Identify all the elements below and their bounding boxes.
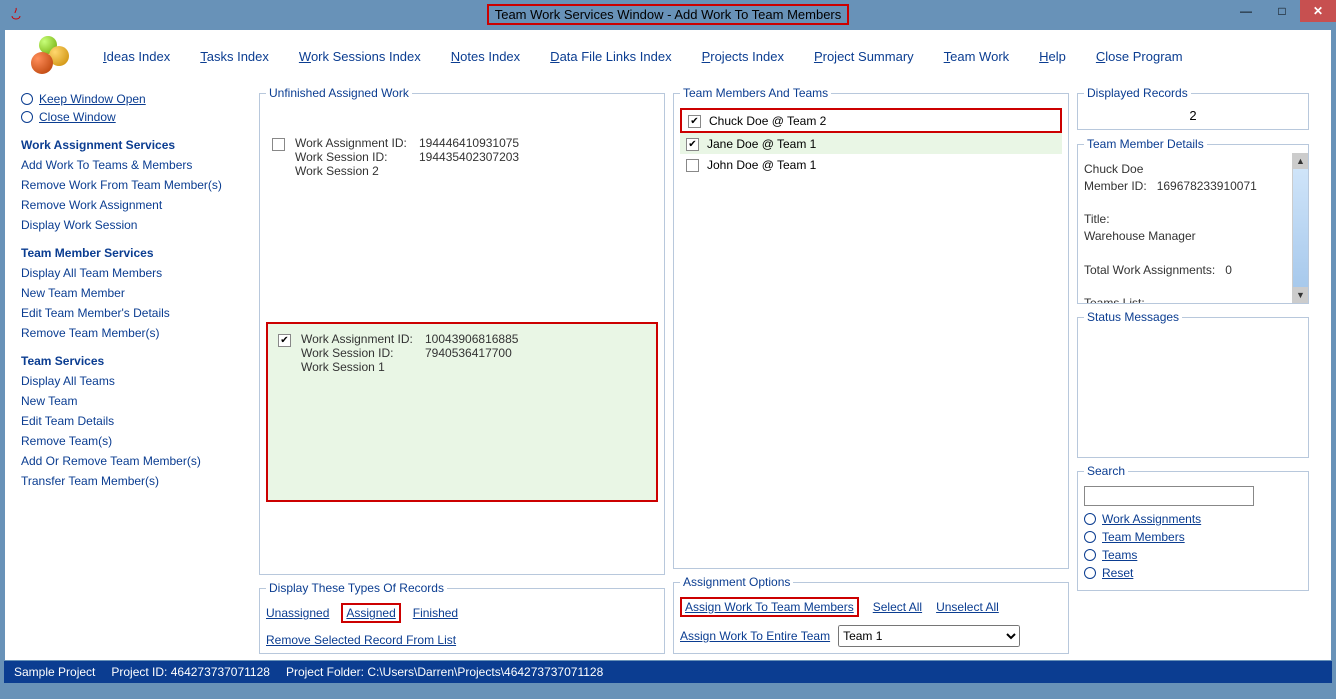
search-team-members-radio[interactable] <box>1084 531 1096 543</box>
link-remove-teams[interactable]: Remove Team(s) <box>21 434 247 448</box>
unselect-all[interactable]: Unselect All <box>936 600 999 614</box>
status-messages-legend: Status Messages <box>1084 310 1182 324</box>
team-member-checkbox[interactable] <box>686 159 699 172</box>
unfinished-legend: Unfinished Assigned Work <box>266 86 412 100</box>
statusbar: Sample Project Project ID: 4642737370711… <box>4 661 1332 683</box>
menubar: Ideas Index Tasks Index Work Sessions In… <box>5 30 1331 82</box>
selected-work-item[interactable]: Work Assignment ID:10043906816885 Work S… <box>266 322 658 502</box>
team-member-checkbox[interactable] <box>688 115 701 128</box>
window-frame: Ideas Index Tasks Index Work Sessions In… <box>4 29 1332 661</box>
team-member-row[interactable]: Jane Doe @ Team 1 <box>680 133 1062 154</box>
scroll-up-icon[interactable]: ▲ <box>1293 153 1308 169</box>
menu-data-file-links-index[interactable]: Data File Links Index <box>550 49 671 64</box>
team-member-row[interactable]: John Doe @ Team 1 <box>680 154 1062 175</box>
link-display-work-session[interactable]: Display Work Session <box>21 218 247 232</box>
work-assignment-services-header: Work Assignment Services <box>21 138 247 152</box>
detail-total: 0 <box>1225 263 1232 277</box>
link-remove-team-member[interactable]: Remove Team Member(s) <box>21 326 247 340</box>
display-types-panel: Display These Types Of Records Unassigne… <box>259 581 665 654</box>
sidebar: Keep Window Open Close Window Work Assig… <box>13 86 251 654</box>
search-legend: Search <box>1084 464 1128 478</box>
link-display-all-members[interactable]: Display All Team Members <box>21 266 247 280</box>
link-add-remove-team-members[interactable]: Add Or Remove Team Member(s) <box>21 454 247 468</box>
team-member-name: Chuck Doe @ Team 2 <box>709 114 826 128</box>
menu-help[interactable]: Help <box>1039 49 1066 64</box>
team-member-name: John Doe @ Team 1 <box>707 158 816 172</box>
menu-close-program[interactable]: Close Program <box>1096 49 1183 64</box>
menu-projects-index[interactable]: Projects Index <box>702 49 784 64</box>
work-item-checkbox[interactable] <box>272 138 285 151</box>
search-reset-radio[interactable] <box>1084 567 1096 579</box>
team-select[interactable]: Team 1 <box>838 625 1020 647</box>
keep-window-open-radio[interactable] <box>21 93 33 105</box>
menu-work-sessions-index[interactable]: Work Sessions Index <box>299 49 421 64</box>
assign-work-to-members[interactable]: Assign Work To Team Members <box>680 597 859 617</box>
team-member-details-legend: Team Member Details <box>1084 136 1207 153</box>
display-types-legend: Display These Types Of Records <box>266 581 447 595</box>
search-panel: Search Work Assignments Team Members Tea… <box>1077 464 1309 591</box>
team-members-legend: Team Members And Teams <box>680 86 831 100</box>
close-window-label[interactable]: Close Window <box>39 110 116 124</box>
link-new-team[interactable]: New Team <box>21 394 247 408</box>
menu-ideas-index[interactable]: Ideas Index <box>103 49 170 64</box>
scroll-thumb[interactable] <box>1293 169 1308 287</box>
work-item[interactable]: Work Assignment ID:194446410931075 Work … <box>266 132 658 182</box>
menu-tasks-index[interactable]: Tasks Index <box>200 49 269 64</box>
detail-name: Chuck Doe <box>1084 161 1302 178</box>
team-member-checkbox[interactable] <box>686 138 699 151</box>
menu-team-work[interactable]: Team Work <box>944 49 1010 64</box>
search-input[interactable] <box>1084 486 1254 506</box>
status-project-id: 464273737071128 <box>171 665 270 679</box>
team-member-services-header: Team Member Services <box>21 246 247 260</box>
displayed-records-panel: Displayed Records 2 <box>1077 86 1309 130</box>
java-icon <box>8 6 24 22</box>
team-member-row[interactable]: Chuck Doe @ Team 2 <box>680 108 1062 133</box>
filter-assigned[interactable]: Assigned <box>341 603 400 623</box>
team-member-details-panel: Team Member Details Chuck Doe Member ID:… <box>1077 136 1309 304</box>
window-title: Team Work Services Window - Add Work To … <box>487 4 850 25</box>
link-add-work-to-teams[interactable]: Add Work To Teams & Members <box>21 158 247 172</box>
scroll-down-icon[interactable]: ▼ <box>1293 287 1308 303</box>
filter-unassigned[interactable]: Unassigned <box>266 606 329 620</box>
details-scrollbar[interactable]: ▲ ▼ <box>1292 153 1308 303</box>
minimize-button[interactable]: — <box>1228 0 1264 22</box>
keep-window-open-label[interactable]: Keep Window Open <box>39 92 146 106</box>
status-project: Sample Project <box>14 665 95 679</box>
titlebar: Team Work Services Window - Add Work To … <box>0 0 1336 29</box>
menu-project-summary[interactable]: Project Summary <box>814 49 914 64</box>
select-all[interactable]: Select All <box>873 600 922 614</box>
detail-title: Warehouse Manager <box>1084 228 1302 245</box>
status-messages-panel: Status Messages <box>1077 310 1309 458</box>
work-item-checkbox[interactable] <box>278 334 291 347</box>
assign-work-entire-team[interactable]: Assign Work To Entire Team <box>680 629 830 643</box>
team-member-name: Jane Doe @ Team 1 <box>707 137 816 151</box>
search-teams-radio[interactable] <box>1084 549 1096 561</box>
filter-finished[interactable]: Finished <box>413 606 458 620</box>
link-edit-team-member[interactable]: Edit Team Member's Details <box>21 306 247 320</box>
close-button[interactable]: ✕ <box>1300 0 1336 22</box>
link-new-team-member[interactable]: New Team Member <box>21 286 247 300</box>
link-remove-work-from-member[interactable]: Remove Work From Team Member(s) <box>21 178 247 192</box>
unfinished-assigned-work-panel: Unfinished Assigned Work Work Assignment… <box>259 86 665 575</box>
detail-member-id: 169678233910071 <box>1157 179 1257 193</box>
app-logo <box>23 36 73 76</box>
link-remove-work-assignment[interactable]: Remove Work Assignment <box>21 198 247 212</box>
team-members-panel: Team Members And Teams Chuck Doe @ Team … <box>673 86 1069 569</box>
menu-notes-index[interactable]: Notes Index <box>451 49 520 64</box>
displayed-records-count: 2 <box>1084 108 1302 123</box>
close-window-radio[interactable] <box>21 111 33 123</box>
link-transfer-team-members[interactable]: Transfer Team Member(s) <box>21 474 247 488</box>
assignment-options-legend: Assignment Options <box>680 575 793 589</box>
search-work-assignments-radio[interactable] <box>1084 513 1096 525</box>
maximize-button[interactable]: □ <box>1264 0 1300 22</box>
remove-selected-record[interactable]: Remove Selected Record From List <box>266 633 456 647</box>
link-display-all-teams[interactable]: Display All Teams <box>21 374 247 388</box>
displayed-records-legend: Displayed Records <box>1084 86 1191 100</box>
assignment-options-panel: Assignment Options Assign Work To Team M… <box>673 575 1069 654</box>
team-services-header: Team Services <box>21 354 247 368</box>
status-project-folder: C:\Users\Darren\Projects\464273737071128 <box>367 665 603 679</box>
link-edit-team-details[interactable]: Edit Team Details <box>21 414 247 428</box>
